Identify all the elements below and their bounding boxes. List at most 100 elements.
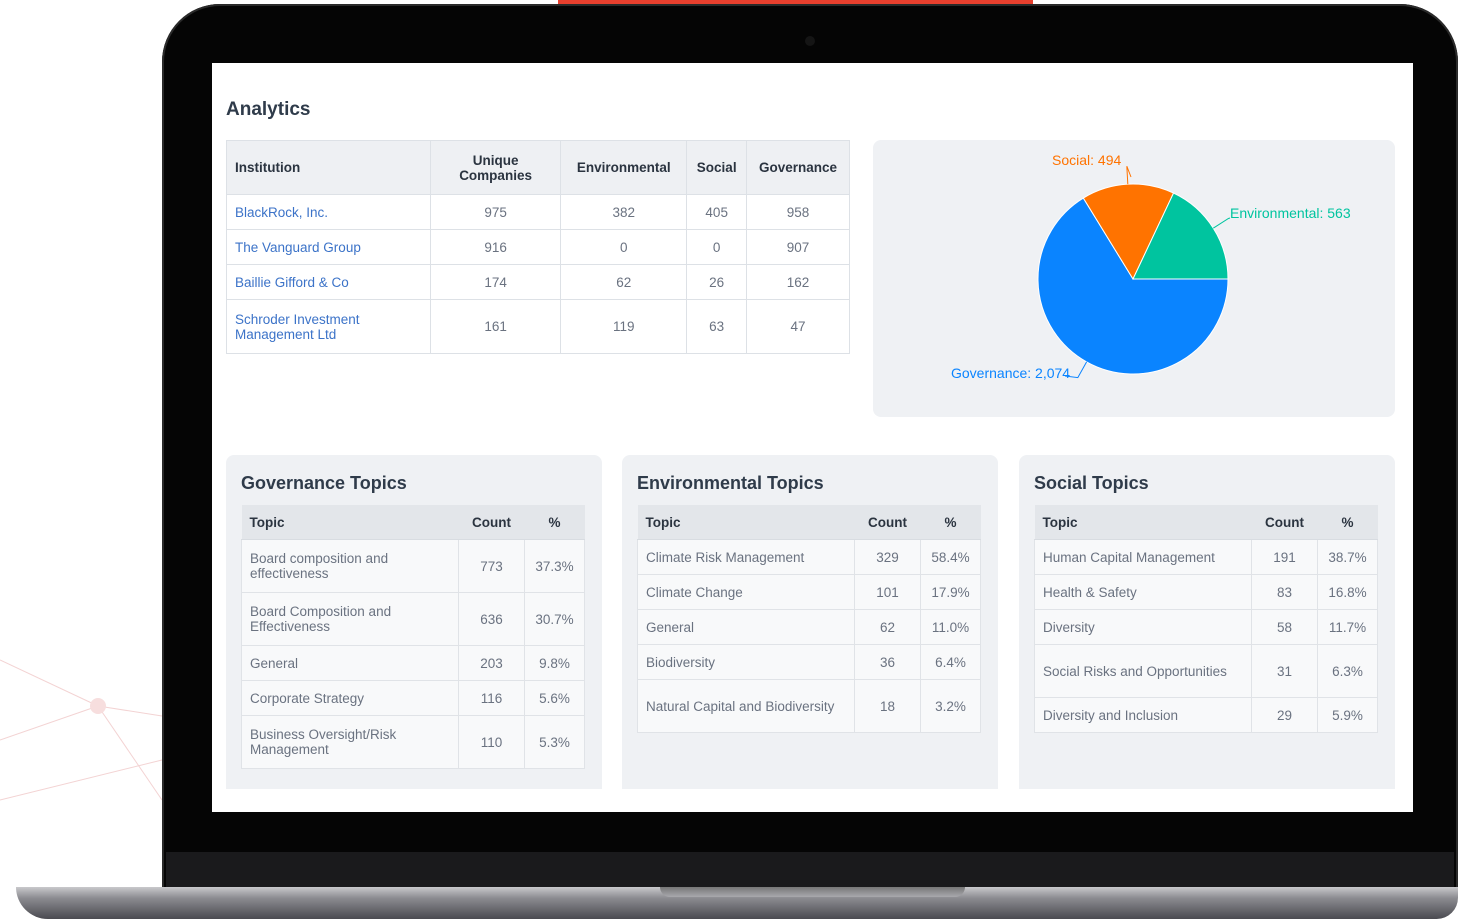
table-row: Board Composition and Effectiveness 636 … — [241, 592, 585, 646]
table-row: Corporate Strategy 116 5.6% — [241, 680, 585, 716]
table-row: General 203 9.8% — [241, 645, 585, 681]
governance-topics-title: Governance Topics — [241, 473, 407, 493]
topic-percent: 11.7% — [1317, 609, 1378, 645]
pie-label-governance: Governance: 2,074 — [951, 365, 1070, 381]
column-header-percent: % — [1317, 505, 1378, 540]
topic-percent: 5.9% — [1317, 697, 1378, 733]
institution-link[interactable]: BlackRock, Inc. — [226, 194, 431, 230]
table-row: BlackRock, Inc. 975 382 405 958 — [226, 194, 851, 230]
column-header-count: Count — [854, 505, 921, 540]
social-topics-table: Topic Count % Human Capital Management 1… — [1034, 505, 1378, 733]
social-value: 26 — [686, 264, 747, 300]
topic-count: 18 — [854, 679, 921, 733]
topic-name: Diversity — [1034, 609, 1252, 645]
social-topics-title: Social Topics — [1034, 473, 1149, 493]
column-header-topic: Topic — [1034, 505, 1252, 540]
governance-value: 162 — [745, 264, 851, 300]
topic-count: 773 — [458, 539, 525, 593]
topic-count: 101 — [854, 574, 921, 610]
app-screen: Analytics Institution Unique Companies E… — [212, 63, 1413, 812]
table-row: Diversity 58 11.7% — [1034, 609, 1378, 645]
table-row: Health & Safety 83 16.8% — [1034, 574, 1378, 610]
topic-count: 58 — [1251, 609, 1318, 645]
social-value: 0 — [686, 229, 747, 265]
topic-percent: 38.7% — [1317, 539, 1378, 575]
social-value: 405 — [686, 194, 747, 230]
topic-percent: 5.3% — [524, 715, 585, 769]
column-header-count: Count — [1251, 505, 1318, 540]
topic-name: Board composition and effectiveness — [241, 539, 459, 593]
topic-name: Business Oversight/Risk Management — [241, 715, 459, 769]
topic-percent: 58.4% — [920, 539, 981, 575]
topic-name: Diversity and Inclusion — [1034, 697, 1252, 733]
topic-percent: 9.8% — [524, 645, 585, 681]
column-header-topic: Topic — [637, 505, 855, 540]
topic-name: General — [241, 645, 459, 681]
table-row: Natural Capital and Biodiversity 18 3.2% — [637, 679, 981, 733]
unique-companies-value: 975 — [429, 194, 562, 230]
social-topics-card: Social Topics Topic Count % Human Capita… — [1019, 455, 1395, 789]
pie-leader-line — [1126, 165, 1132, 185]
institution-link[interactable]: Schroder Investment Management Ltd — [226, 299, 431, 354]
governance-topics-card: Governance Topics Topic Count % Board co… — [226, 455, 602, 789]
pie-chart: Governance: 2,074 Social: 494 Environmenta… — [951, 152, 1351, 381]
topic-percent: 17.9% — [920, 574, 981, 610]
unique-companies-value: 161 — [429, 299, 562, 354]
table-row: General 62 11.0% — [637, 609, 981, 645]
social-value: 63 — [686, 299, 747, 354]
pie-leader-line — [1212, 217, 1231, 229]
environmental-value: 119 — [560, 299, 688, 354]
environmental-value: 0 — [560, 229, 688, 265]
table-row: Social Risks and Opportunities 31 6.3% — [1034, 644, 1378, 698]
pie-label-social: Social: 494 — [1052, 152, 1121, 168]
page-title: Analytics — [226, 99, 311, 120]
topic-count: 62 — [854, 609, 921, 645]
topic-percent: 11.0% — [920, 609, 981, 645]
column-header-governance: Governance — [745, 140, 851, 195]
topic-name: Biodiversity — [637, 644, 855, 680]
table-row: Diversity and Inclusion 29 5.9% — [1034, 697, 1378, 733]
institution-table: Institution Unique Companies Environment… — [226, 140, 851, 354]
topic-name: Board Composition and Effectiveness — [241, 592, 459, 646]
column-header-percent: % — [524, 505, 585, 540]
column-header-count: Count — [458, 505, 525, 540]
table-row: Climate Change 101 17.9% — [637, 574, 981, 610]
table-row: Board composition and effectiveness 773 … — [241, 539, 585, 593]
laptop-bezel-bottom — [166, 852, 1454, 890]
topic-name: Health & Safety — [1034, 574, 1252, 610]
topic-percent: 37.3% — [524, 539, 585, 593]
environmental-value: 62 — [560, 264, 688, 300]
topic-percent: 6.3% — [1317, 644, 1378, 698]
column-header-unique-companies: Unique Companies — [429, 140, 562, 195]
column-header-percent: % — [920, 505, 981, 540]
topic-percent: 3.2% — [920, 679, 981, 733]
environmental-topics-table: Topic Count % Climate Risk Management 32… — [637, 505, 981, 733]
topic-count: 31 — [1251, 644, 1318, 698]
pie-label-environmental: Environmental: 563 — [1230, 205, 1351, 221]
table-row: Schroder Investment Management Ltd 161 1… — [226, 299, 851, 354]
environmental-topics-card: Environmental Topics Topic Count % Clima… — [622, 455, 998, 789]
table-row: Baillie Gifford & Co 174 62 26 162 — [226, 264, 851, 300]
topic-name: Natural Capital and Biodiversity — [637, 679, 855, 733]
topic-name: Climate Risk Management — [637, 539, 855, 575]
unique-companies-value: 916 — [429, 229, 562, 265]
topic-count: 110 — [458, 715, 525, 769]
topic-count: 191 — [1251, 539, 1318, 575]
topic-percent: 5.6% — [524, 680, 585, 716]
topic-count: 636 — [458, 592, 525, 646]
laptop-notch — [660, 887, 965, 897]
table-row: Business Oversight/Risk Management 110 5… — [241, 715, 585, 769]
topic-count: 36 — [854, 644, 921, 680]
institution-link[interactable]: Baillie Gifford & Co — [226, 264, 431, 300]
column-header-institution: Institution — [226, 140, 431, 195]
topic-name: Human Capital Management — [1034, 539, 1252, 575]
table-row: The Vanguard Group 916 0 0 907 — [226, 229, 851, 265]
pie-chart-panel: Governance: 2,074 Social: 494 Environmenta… — [873, 140, 1395, 417]
column-header-social: Social — [686, 140, 747, 195]
governance-value: 907 — [745, 229, 851, 265]
institution-link[interactable]: The Vanguard Group — [226, 229, 431, 265]
topic-count: 203 — [458, 645, 525, 681]
topic-percent: 6.4% — [920, 644, 981, 680]
topic-name: Corporate Strategy — [241, 680, 459, 716]
governance-value: 958 — [745, 194, 851, 230]
